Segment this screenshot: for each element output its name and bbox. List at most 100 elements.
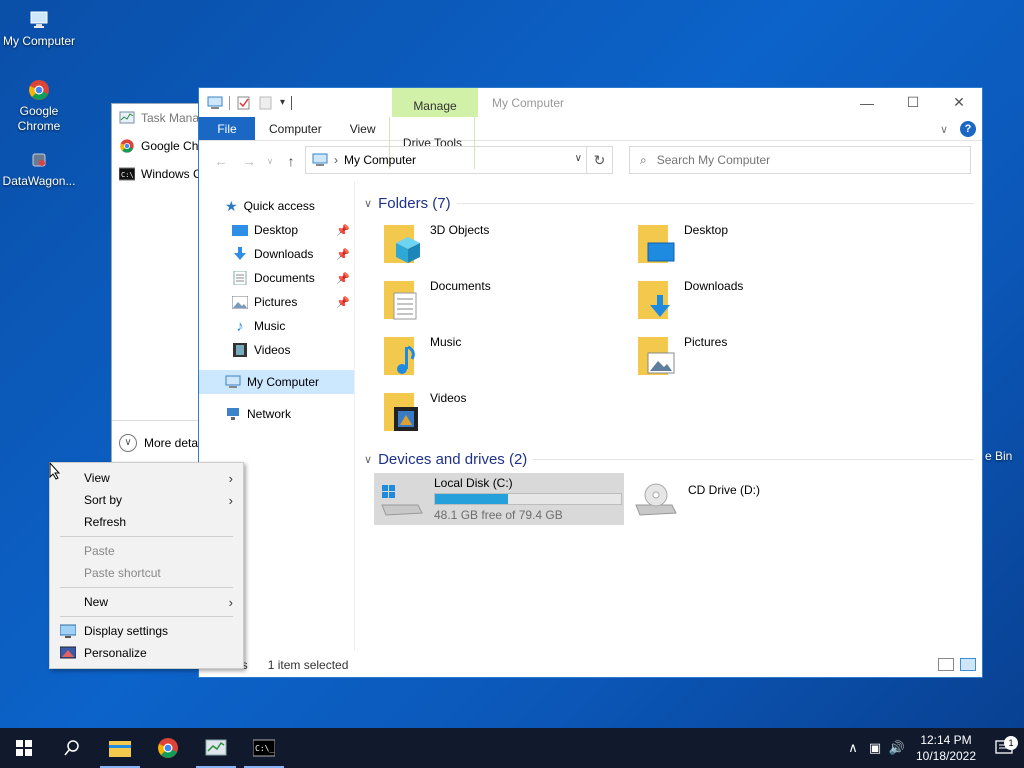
nav-quick-access[interactable]: ★ Quick access	[199, 194, 354, 218]
address-dropdown-icon[interactable]: ∨	[575, 153, 582, 164]
address-bar[interactable]: › My Computer ∨ ↻	[305, 146, 613, 174]
explorer-window[interactable]: ▾ Manage My Computer — ☐ ✕ File Computer…	[198, 87, 983, 678]
tab-file[interactable]: File	[199, 117, 255, 140]
menu-item-sort-by[interactable]: Sort by ›	[50, 489, 243, 511]
desktop-icon-google-chrome[interactable]: Google Chrome	[0, 78, 78, 134]
desktop-icon-my-computer[interactable]: My Computer	[0, 8, 78, 49]
folder-label: Music	[430, 335, 462, 349]
chrome-icon	[120, 139, 134, 153]
taskbar: C:\_ ∧ ▣ 🔊 12:14 PM 10/18/2022 1	[0, 728, 1024, 768]
customize-qat-icon[interactable]: ▾	[280, 97, 285, 108]
back-button[interactable]: ←	[207, 153, 235, 169]
refresh-button[interactable]: ↻	[586, 147, 612, 173]
folder-3d-objects[interactable]: 3D Objects	[382, 215, 636, 271]
display-settings-icon	[60, 624, 76, 638]
console-icon: C:\	[119, 167, 135, 181]
nav-item-pictures[interactable]: Pictures 📌	[199, 290, 354, 314]
folder-desktop[interactable]: Desktop	[636, 215, 890, 271]
cd-drive-icon	[635, 483, 677, 516]
large-icons-view-icon[interactable]	[960, 658, 976, 671]
drive-name: Local Disk (C:)	[434, 476, 513, 490]
folder-videos[interactable]: Videos	[382, 383, 636, 439]
folders-group-header[interactable]: ∨ Folders (7)	[364, 191, 982, 215]
folder-documents[interactable]: Documents	[382, 271, 636, 327]
new-folder-icon[interactable]	[258, 96, 274, 110]
folder-pictures-icon	[638, 337, 675, 375]
address-row: ← → ∨ ↑ › My Computer ∨ ↻ ⌕	[199, 141, 982, 181]
chevron-right-icon: ›	[228, 470, 233, 486]
task-manager-titlebar[interactable]: Task Manag	[112, 104, 210, 132]
search-box[interactable]: ⌕	[629, 146, 971, 174]
nav-item-downloads[interactable]: Downloads 📌	[199, 242, 354, 266]
folder-pictures[interactable]: Pictures	[636, 327, 890, 383]
recycle-bin-label[interactable]: e Bin	[985, 449, 1012, 463]
taskbar-console[interactable]: C:\_	[240, 728, 288, 768]
menu-label: Display settings	[84, 624, 169, 638]
up-button[interactable]: ↑	[277, 153, 305, 169]
folder-documents-icon	[384, 281, 417, 320]
network-icon[interactable]: ▣	[864, 740, 886, 756]
nav-item-desktop[interactable]: Desktop 📌	[199, 218, 354, 242]
nav-label: Downloads	[254, 247, 314, 261]
volume-icon[interactable]: 🔊	[886, 740, 908, 756]
nav-item-network[interactable]: Network	[199, 402, 354, 426]
system-tray: ∧ ▣ 🔊 12:14 PM 10/18/2022 1	[842, 728, 1024, 768]
drives-group-header[interactable]: ∨ Devices and drives (2)	[364, 447, 982, 471]
folder-music[interactable]: Music	[382, 327, 636, 383]
drive-cd-d[interactable]: CD Drive (D:)	[628, 473, 882, 525]
desktop-icon-label: My Computer	[2, 34, 76, 48]
help-icon[interactable]: ?	[960, 121, 976, 137]
search-button[interactable]	[48, 728, 96, 768]
tab-computer[interactable]: Computer	[255, 117, 336, 140]
clock-time: 12:14 PM	[920, 733, 972, 747]
status-bar: 9 items 1 item selected	[199, 653, 982, 677]
folder-downloads[interactable]: Downloads	[636, 271, 890, 327]
drive-usage-fill	[435, 494, 509, 504]
explorer-titlebar[interactable]: ▾ Manage My Computer — ☐ ✕	[199, 88, 982, 117]
folder-downloads-icon	[638, 281, 670, 319]
divider	[533, 458, 974, 460]
tab-view[interactable]: View	[336, 117, 390, 140]
drive-local-disk-c[interactable]: Local Disk (C:) 48.1 GB free of 79.4 GB	[374, 473, 624, 525]
search-icon: ⌕	[640, 152, 647, 167]
task-manager-window[interactable]: Task Manag Google Chr C:\ Windows C ∨ Mo…	[111, 103, 211, 463]
tab-manage-context[interactable]: Manage	[392, 88, 478, 117]
forward-button[interactable]: →	[235, 153, 263, 169]
computer-icon	[225, 375, 241, 388]
menu-item-new[interactable]: New ›	[50, 591, 243, 613]
task-manager-item-chrome[interactable]: Google Chr	[112, 132, 210, 160]
menu-item-personalize[interactable]: Personalize	[50, 642, 243, 664]
details-view-icon[interactable]	[938, 658, 954, 671]
folder-label: Videos	[430, 391, 467, 405]
menu-item-display-settings[interactable]: Display settings	[50, 620, 243, 642]
properties-icon[interactable]	[236, 96, 252, 110]
nav-item-videos[interactable]: Videos	[199, 338, 354, 362]
menu-item-paste-shortcut[interactable]: Paste shortcut	[50, 562, 243, 584]
nav-item-music[interactable]: ♪ Music	[199, 314, 354, 338]
action-center-button[interactable]: 1	[984, 736, 1024, 756]
group-title: Devices and drives (2)	[378, 450, 528, 468]
maximize-button[interactable]: ☐	[890, 88, 936, 117]
task-manager-item-console[interactable]: C:\ Windows C	[112, 160, 210, 188]
expand-ribbon-icon[interactable]: ∨	[940, 123, 948, 136]
more-details-button[interactable]: ∨ More deta	[112, 420, 210, 462]
desktop-icon-datawagon[interactable]: DataWagon...	[0, 148, 78, 189]
menu-item-paste[interactable]: Paste	[50, 540, 243, 562]
pin-icon: 📌	[336, 272, 350, 285]
menu-item-refresh[interactable]: Refresh	[50, 511, 243, 533]
nav-label: Pictures	[254, 295, 298, 309]
start-button[interactable]	[0, 728, 48, 768]
close-button[interactable]: ✕	[936, 88, 982, 117]
taskbar-task-manager[interactable]	[192, 728, 240, 768]
minimize-button[interactable]: —	[844, 88, 890, 117]
menu-item-view[interactable]: View ›	[50, 467, 243, 489]
chevron-up-icon[interactable]: ∧	[842, 740, 864, 756]
taskbar-chrome[interactable]	[144, 728, 192, 768]
nav-item-my-computer[interactable]: My Computer	[199, 370, 354, 394]
nav-item-documents[interactable]: Documents 📌	[199, 266, 354, 290]
search-input[interactable]	[656, 153, 937, 167]
taskbar-file-explorer[interactable]	[96, 728, 144, 768]
recent-locations-icon[interactable]: ∨	[263, 156, 277, 167]
menu-label: Personalize	[84, 646, 147, 660]
clock[interactable]: 12:14 PM 10/18/2022	[908, 732, 984, 764]
